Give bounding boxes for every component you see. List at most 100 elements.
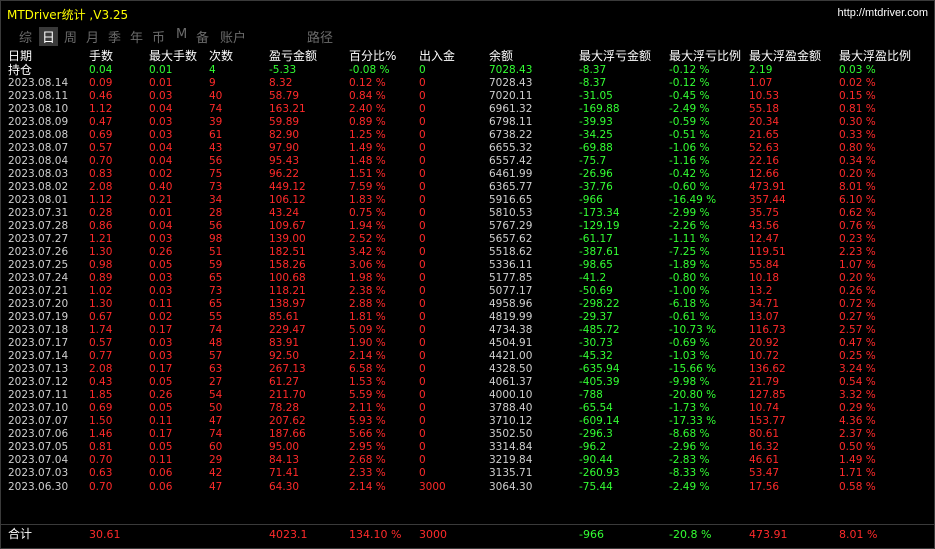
cell-max-float-profit: 12.66 — [749, 168, 780, 181]
holding-balance: 7028.43 — [489, 64, 533, 76]
table-row[interactable]: 2023.07.11 1.85 0.26 54 211.70 5.59 % 0 4000.10… — [1, 389, 934, 402]
cell-max-float-profit: 52.63 — [749, 142, 780, 155]
cell-date: 2023.08.03 — [8, 168, 69, 181]
table-row[interactable]: 2023.07.14 0.77 0.03 57 92.50 2.14 % 0 4421.00 -… — [1, 350, 934, 363]
cell-balance: 5810.53 — [489, 207, 533, 220]
cell-max-float-profit-pct: 1.71 % — [839, 467, 876, 480]
cell-lots: 0.86 — [89, 220, 113, 233]
cell-lots: 1.30 — [89, 246, 113, 259]
tab-account[interactable]: 账户 — [220, 27, 246, 46]
total-max-float-profit-pct: 8.01 % — [839, 528, 878, 541]
cell-max-float-loss: -173.34 — [579, 207, 620, 220]
tab-month[interactable]: 月 — [86, 27, 99, 46]
table-row[interactable]: 2023.08.01 1.12 0.21 34 106.12 1.83 % 0 5916.65… — [1, 194, 934, 207]
table-row[interactable]: 2023.08.14 0.09 0.01 9 8.32 0.12 % 0 7028.43 -8.… — [1, 77, 934, 90]
table-row[interactable]: 2023.08.10 1.12 0.04 74 163.21 2.40 % 0 6961.32… — [1, 103, 934, 116]
table-row[interactable]: 2023.08.09 0.47 0.03 39 59.89 0.89 % 0 6798.11 -… — [1, 116, 934, 129]
col-header-profit[interactable]: 盈亏金额 — [269, 48, 317, 64]
col-header-lots[interactable]: 手数 — [89, 48, 113, 64]
table-row[interactable]: 2023.07.19 0.67 0.02 55 85.61 1.81 % 0 4819.99 -… — [1, 311, 934, 324]
cell-balance: 5177.85 — [489, 272, 533, 285]
table-row[interactable]: 2023.07.27 1.21 0.03 98 139.00 2.52 % 0 5657.62… — [1, 233, 934, 246]
table-row[interactable]: 2023.07.31 0.28 0.01 28 43.24 0.75 % 0 5810.53 -… — [1, 207, 934, 220]
table-row[interactable]: 2023.07.13 2.08 0.17 63 267.13 6.58 % 0 4328.50… — [1, 363, 934, 376]
cell-balance: 6365.77 — [489, 181, 533, 194]
table-row[interactable]: 2023.07.24 0.89 0.03 65 100.68 1.98 % 0 5177.85… — [1, 272, 934, 285]
holding-row[interactable]: 持仓 0.04 0.01 4 -5.33 -0.08 % 0 7028.43 -… — [1, 64, 934, 77]
table-row[interactable]: 2023.07.04 0.70 0.11 29 84.13 2.68 % 0 3219.84 -… — [1, 454, 934, 467]
cell-percent: 1.25 % — [349, 129, 386, 142]
table-row[interactable]: 2023.06.30 0.70 0.06 47 64.30 2.14 % 3000 3064.… — [1, 481, 934, 494]
cell-balance: 4421.00 — [489, 350, 533, 363]
cell-balance: 3788.40 — [489, 402, 533, 415]
cell-max-float-profit-pct: 2.57 % — [839, 324, 876, 337]
site-url-link[interactable]: http://mtdriver.com — [838, 7, 928, 19]
table-row[interactable]: 2023.07.10 0.69 0.05 50 78.28 2.11 % 0 3788.40 -… — [1, 402, 934, 415]
table-row[interactable]: 2023.07.05 0.81 0.05 60 95.00 2.95 % 0 3314.84 -… — [1, 441, 934, 454]
cell-profit: 85.61 — [269, 311, 300, 324]
cell-lots: 1.12 — [89, 103, 113, 116]
col-header-percent[interactable]: 百分比% — [349, 48, 396, 64]
cell-max-float-profit-pct: 0.72 % — [839, 298, 876, 311]
daily-rows: 2023.08.14 0.09 0.01 9 8.32 0.12 % 0 7028.43 -8.… — [1, 77, 934, 494]
table-row[interactable]: 2023.07.20 1.30 0.11 65 138.97 2.88 % 0 4958.96… — [1, 298, 934, 311]
table-row[interactable]: 2023.07.17 0.57 0.03 48 83.91 1.90 % 0 4504.91 -… — [1, 337, 934, 350]
cell-max-lots: 0.03 — [149, 285, 173, 298]
cell-percent: 5.59 % — [349, 389, 386, 402]
tab-path[interactable]: 路径 — [307, 27, 333, 46]
tab-summary[interactable]: 综 — [19, 27, 32, 46]
cell-trades: 57 — [209, 350, 223, 363]
col-header-balance[interactable]: 余额 — [489, 48, 513, 64]
cell-balance: 4819.99 — [489, 311, 533, 324]
table-row[interactable]: 2023.08.03 0.83 0.02 75 96.22 1.51 % 0 6461.99 -… — [1, 168, 934, 181]
table-row[interactable]: 2023.07.07 1.50 0.11 47 207.62 5.93 % 0 3710.12… — [1, 415, 934, 428]
cell-trades: 61 — [209, 129, 223, 142]
cell-max-float-loss-pct: -2.49 % — [669, 103, 710, 116]
table-row[interactable]: 2023.08.08 0.69 0.03 61 82.90 1.25 % 0 6738.22 -… — [1, 129, 934, 142]
table-row[interactable]: 2023.08.11 0.46 0.03 40 58.79 0.84 % 0 7020.11 -… — [1, 90, 934, 103]
table-row[interactable]: 2023.08.04 0.70 0.04 56 95.43 1.48 % 0 6557.42 -… — [1, 155, 934, 168]
cell-profit: 59.89 — [269, 116, 300, 129]
col-header-date[interactable]: 日期 — [8, 48, 32, 64]
tab-symbol[interactable]: 币 — [152, 27, 165, 46]
table-row[interactable]: 2023.08.07 0.57 0.04 43 97.90 1.49 % 0 6655.32 -… — [1, 142, 934, 155]
cell-profit: 84.13 — [269, 454, 300, 467]
holding-label: 持仓 — [8, 63, 33, 77]
cell-balance: 5336.11 — [489, 259, 533, 272]
cell-max-float-loss: -966 — [579, 194, 603, 207]
col-header-max-float-profit[interactable]: 最大浮盈金额 — [749, 48, 821, 64]
tab-day[interactable]: 日 — [39, 27, 59, 46]
total-percent: 134.10 % — [349, 528, 402, 541]
cell-lots: 0.09 — [89, 77, 113, 90]
table-row[interactable]: 2023.07.18 1.74 0.17 74 229.47 5.09 % 0 4734.38… — [1, 324, 934, 337]
cell-percent: 0.75 % — [349, 207, 386, 220]
tab-magic[interactable]: M — [176, 27, 187, 42]
cell-max-float-profit: 55.84 — [749, 259, 780, 272]
col-header-trades[interactable]: 次数 — [209, 48, 233, 64]
cell-trades: 50 — [209, 402, 223, 415]
table-row[interactable]: 2023.07.26 1.30 0.26 51 182.51 3.42 % 0 5518.62… — [1, 246, 934, 259]
cell-profit: 58.79 — [269, 90, 300, 103]
col-header-max-float-profit-pct[interactable]: 最大浮盈比例 — [839, 48, 911, 64]
tab-week[interactable]: 周 — [64, 27, 77, 46]
cell-deposit: 0 — [419, 454, 426, 467]
total-max-float-loss: -966 — [579, 528, 604, 541]
cell-profit: 138.97 — [269, 298, 306, 311]
table-row[interactable]: 2023.07.06 1.46 0.17 74 187.66 5.66 % 0 3502.50… — [1, 428, 934, 441]
table-row[interactable]: 2023.08.02 2.08 0.40 73 449.12 7.59 % 0 6365.77… — [1, 181, 934, 194]
tab-quarter[interactable]: 季 — [108, 27, 121, 46]
table-row[interactable]: 2023.07.21 1.02 0.03 73 118.21 2.38 % 0 5077.17… — [1, 285, 934, 298]
tab-note[interactable]: 备 — [196, 27, 209, 46]
table-row[interactable]: 2023.07.12 0.43 0.05 27 61.27 1.53 % 0 4061.37 -… — [1, 376, 934, 389]
table-row[interactable]: 2023.07.25 0.98 0.05 59 158.26 3.06 % 0 5336.11… — [1, 259, 934, 272]
col-header-max-float-loss-pct[interactable]: 最大浮亏比例 — [669, 48, 741, 64]
table-row[interactable]: 2023.07.03 0.63 0.06 42 71.41 2.33 % 0 3135.71 -… — [1, 467, 934, 480]
tab-year[interactable]: 年 — [130, 27, 143, 46]
col-header-deposit[interactable]: 出入金 — [419, 48, 455, 64]
table-row[interactable]: 2023.07.28 0.86 0.04 56 109.67 1.94 % 0 5767.29… — [1, 220, 934, 233]
col-header-max-lots[interactable]: 最大手数 — [149, 48, 197, 64]
cell-date: 2023.07.06 — [8, 428, 69, 441]
cell-max-float-loss-pct: -1.00 % — [669, 285, 710, 298]
col-header-max-float-loss[interactable]: 最大浮亏金额 — [579, 48, 651, 64]
cell-percent: 2.40 % — [349, 103, 386, 116]
